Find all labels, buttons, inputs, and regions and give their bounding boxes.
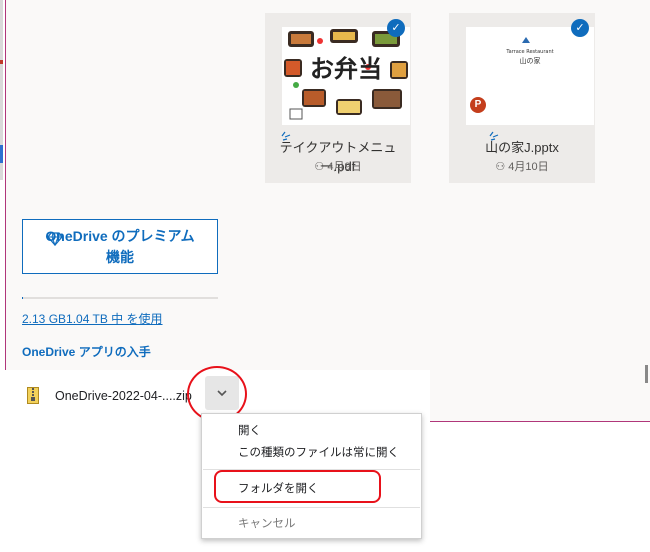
sidebar: OneDrive のプレミアム機能 2.13 GB1.04 TB 中 を使用 O… — [6, 0, 231, 370]
highlight-rect-annotation — [214, 470, 381, 503]
file-date: ⚇ 4月10日 — [495, 161, 549, 173]
selected-check-icon[interactable]: ✓ — [387, 19, 405, 37]
storage-usage-fill — [22, 297, 23, 299]
file-date: ⚇ 4月9日 — [314, 161, 362, 173]
selected-check-icon[interactable]: ✓ — [571, 19, 589, 37]
file-name[interactable]: 山の家J.pptx — [449, 137, 595, 156]
storage-usage-link[interactable]: 2.13 GB1.04 TB 中 を使用 — [22, 310, 163, 327]
menu-item-always-open[interactable]: この種類のファイルは常に開く — [202, 443, 421, 463]
file-thumbnail: Tarrace Restaurant 山の家 P — [466, 27, 594, 125]
premium-button-label: OneDrive のプレミアム機能 — [45, 227, 195, 265]
file-tile-pptx[interactable]: Tarrace Restaurant 山の家 P ✓ 山の家J.pptx ⚇ 4… — [449, 13, 595, 183]
onedrive-window: OneDrive のプレミアム機能 2.13 GB1.04 TB 中 を使用 O… — [5, 0, 650, 422]
slide-preview: Tarrace Restaurant 山の家 — [505, 37, 554, 65]
slide-subtitle: Tarrace Restaurant — [505, 49, 553, 55]
background-scrollbar — [645, 365, 648, 383]
menu-separator — [203, 507, 420, 508]
edge-marker — [0, 145, 3, 163]
slide-title: 山の家 — [520, 56, 541, 65]
file-tile-pdf[interactable]: お弁当 ✓ テイクアウトメニュー.pdf ⚇ 4月9日 — [265, 13, 411, 183]
powerpoint-icon: P — [470, 97, 486, 113]
edge-marker — [0, 60, 3, 64]
menu-item-open[interactable]: 開く — [202, 421, 421, 441]
zip-file-icon — [27, 387, 39, 404]
download-filename: OneDrive-2022-04-....zip — [55, 389, 192, 403]
file-grid: お弁当 ✓ テイクアウトメニュー.pdf ⚇ 4月9日 Tarrace Rest… — [232, 0, 650, 370]
file-thumbnail: お弁当 — [282, 27, 410, 125]
bento-illustration: お弁当 — [284, 29, 408, 120]
menu-item-cancel[interactable]: キャンセル — [202, 514, 421, 534]
get-onedrive-apps-link[interactable]: OneDrive アプリの入手 — [22, 343, 151, 360]
shared-person-icon: ⚇ — [314, 161, 328, 173]
thumb-title: お弁当 — [310, 55, 382, 83]
storage-usage-bar — [22, 297, 218, 299]
shared-person-icon: ⚇ — [495, 161, 509, 173]
diamond-icon — [47, 232, 63, 246]
premium-features-button[interactable]: OneDrive のプレミアム機能 — [22, 219, 218, 274]
screenshot: OneDrive のプレミアム機能 2.13 GB1.04 TB 中 を使用 O… — [0, 0, 650, 552]
